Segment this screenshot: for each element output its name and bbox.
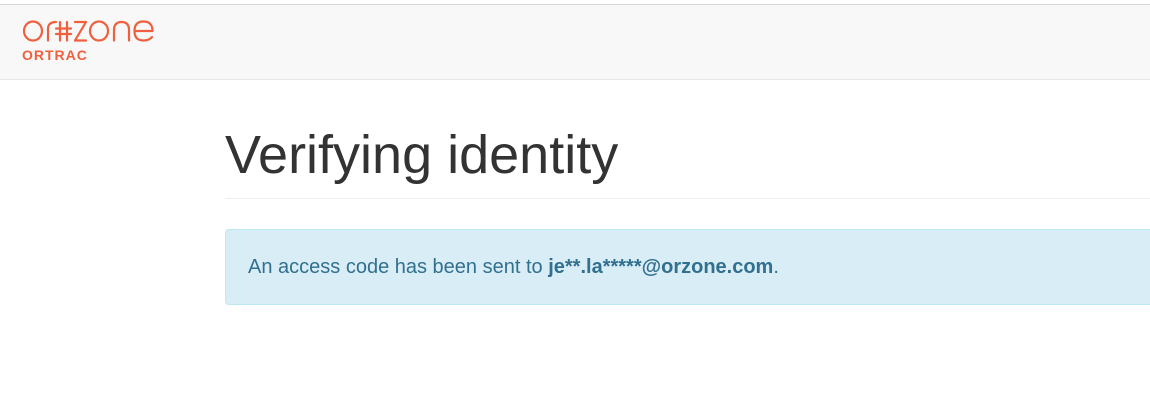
main-content: Verifying identity An access code has be… — [225, 80, 1150, 305]
brand-logo-link[interactable]: ORTRAC — [22, 19, 162, 62]
page-header: Verifying identity — [225, 80, 1150, 199]
alert-message-prefix: An access code has been sent to — [248, 256, 549, 278]
alert-message-suffix: . — [773, 256, 779, 278]
page-title: Verifying identity — [225, 125, 619, 185]
masked-email: je**.la*****@orzone.com — [548, 256, 774, 278]
info-alert: An access code has been sent to je**.la*… — [225, 229, 1150, 305]
orzone-logo — [22, 20, 154, 42]
brand-sub-label: ORTRAC — [22, 47, 88, 63]
top-navbar: ORTRAC — [0, 4, 1150, 80]
